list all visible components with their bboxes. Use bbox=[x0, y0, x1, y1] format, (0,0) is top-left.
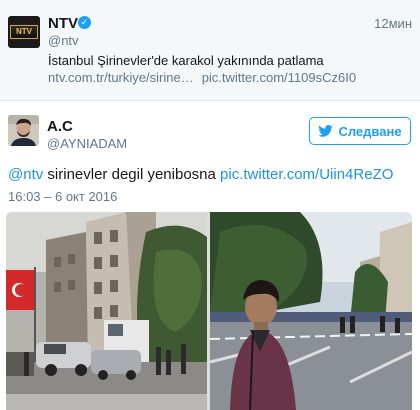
tweet-date[interactable]: 16:03 – 6 окт 2016 bbox=[8, 189, 117, 204]
article-link[interactable]: ntv.com.tr/turkiye/sirine… bbox=[48, 70, 194, 85]
author-handle[interactable]: @ntv bbox=[48, 33, 79, 48]
photo-street-explosion[interactable] bbox=[6, 212, 207, 410]
follow-button[interactable]: Следване bbox=[309, 117, 411, 145]
tweet-text: İstanbul Şirinevler'de karakol yakınında… bbox=[48, 53, 324, 68]
pic-link[interactable]: pic.twitter.com/1109sCz6I0 bbox=[202, 70, 356, 85]
verified-badge-icon: ✓ bbox=[78, 16, 91, 29]
tweet-time[interactable]: 12мин bbox=[374, 16, 412, 31]
author-name[interactable]: A.C bbox=[47, 118, 73, 135]
tweet-media[interactable] bbox=[6, 212, 412, 410]
ntv-logo: NTV bbox=[10, 25, 38, 39]
tweet-ntv: NTV NTV ✓ @ntv 12мин İstanbul Şirinevler… bbox=[0, 0, 420, 101]
author-handle[interactable]: @AYNIADAM bbox=[47, 136, 127, 151]
tweet-links: ntv.com.tr/turkiye/sirine… pic.twitter.co… bbox=[48, 70, 356, 85]
ntv-avatar[interactable]: NTV bbox=[8, 16, 40, 48]
tweet-text: @ntv sirinevler degil yenibosna pic.twit… bbox=[8, 166, 393, 183]
follow-label: Следване bbox=[338, 123, 402, 139]
ac-avatar[interactable] bbox=[8, 115, 39, 146]
photo-police-cordon[interactable] bbox=[209, 212, 412, 410]
mention-link[interactable]: @ntv bbox=[8, 166, 43, 183]
author-name[interactable]: NTV bbox=[48, 15, 78, 32]
pic-link[interactable]: pic.twitter.com/Uiin4ReZO bbox=[220, 166, 393, 183]
twitter-bird-icon bbox=[318, 125, 334, 137]
tweet-body: sirinevler degil yenibosna bbox=[43, 166, 221, 183]
